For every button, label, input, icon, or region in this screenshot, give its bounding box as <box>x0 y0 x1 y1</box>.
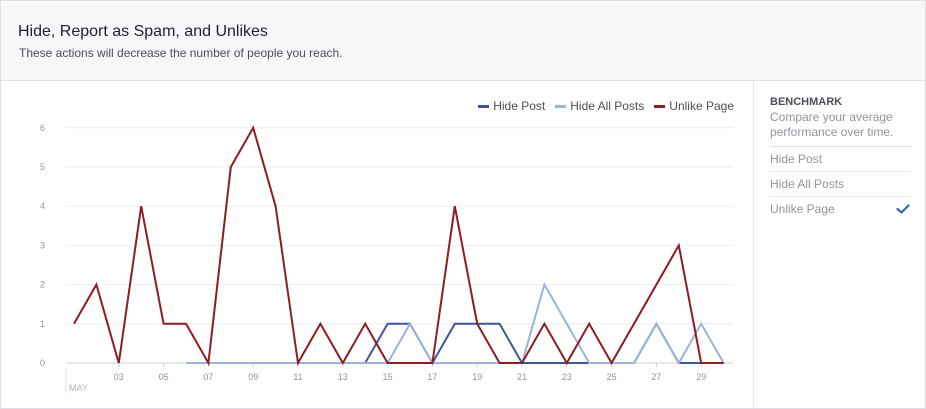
x-tick-label: 25 <box>607 372 617 382</box>
y-tick-label: 2 <box>40 280 45 290</box>
checkmark-icon <box>896 204 910 214</box>
x-tick-label: 03 <box>114 372 124 382</box>
benchmark-item-label: Hide Post <box>770 152 823 166</box>
x-tick-label: 17 <box>427 372 437 382</box>
panel-divider <box>753 80 754 407</box>
y-tick-label: 0 <box>40 358 45 368</box>
benchmark-description: Compare your average performance over ti… <box>770 110 911 147</box>
y-tick-label: 1 <box>40 319 45 329</box>
benchmark-title: BENCHMARK <box>770 96 843 108</box>
x-tick-label: 21 <box>517 372 527 382</box>
x-tick-label: 07 <box>203 372 213 382</box>
benchmark-item-hide-post[interactable]: Hide Post <box>770 147 911 172</box>
series-line-hide-post <box>186 321 724 366</box>
x-tick-label: 09 <box>248 372 258 382</box>
y-tick-label: 5 <box>40 162 45 172</box>
x-tick-label: 15 <box>383 372 393 382</box>
x-tick-label: 19 <box>472 372 482 382</box>
x-tick-label: 27 <box>651 372 661 382</box>
month-label: MAY <box>69 383 88 393</box>
benchmark-panel: BENCHMARK Compare your average performan… <box>770 96 911 221</box>
y-tick-label: 3 <box>40 240 45 250</box>
y-tick-label: 4 <box>40 201 45 211</box>
x-tick-label: 23 <box>562 372 572 382</box>
benchmark-item-label: Unlike Page <box>770 202 835 216</box>
line-chart: 012345603 05 07 09 11 13 15 17 19 21 23 25 27 29MAY <box>40 123 733 393</box>
x-tick-label: 13 <box>338 372 348 382</box>
x-tick-label: 29 <box>696 372 706 382</box>
x-tick-label: 11 <box>293 372 302 382</box>
benchmark-item-hide-all-posts[interactable]: Hide All Posts <box>770 172 911 197</box>
x-tick-label: 05 <box>159 372 169 382</box>
benchmark-item-label: Hide All Posts <box>770 177 845 191</box>
y-tick-label: 6 <box>40 123 45 133</box>
benchmark-item-unlike-page[interactable]: Unlike Page <box>770 197 911 221</box>
